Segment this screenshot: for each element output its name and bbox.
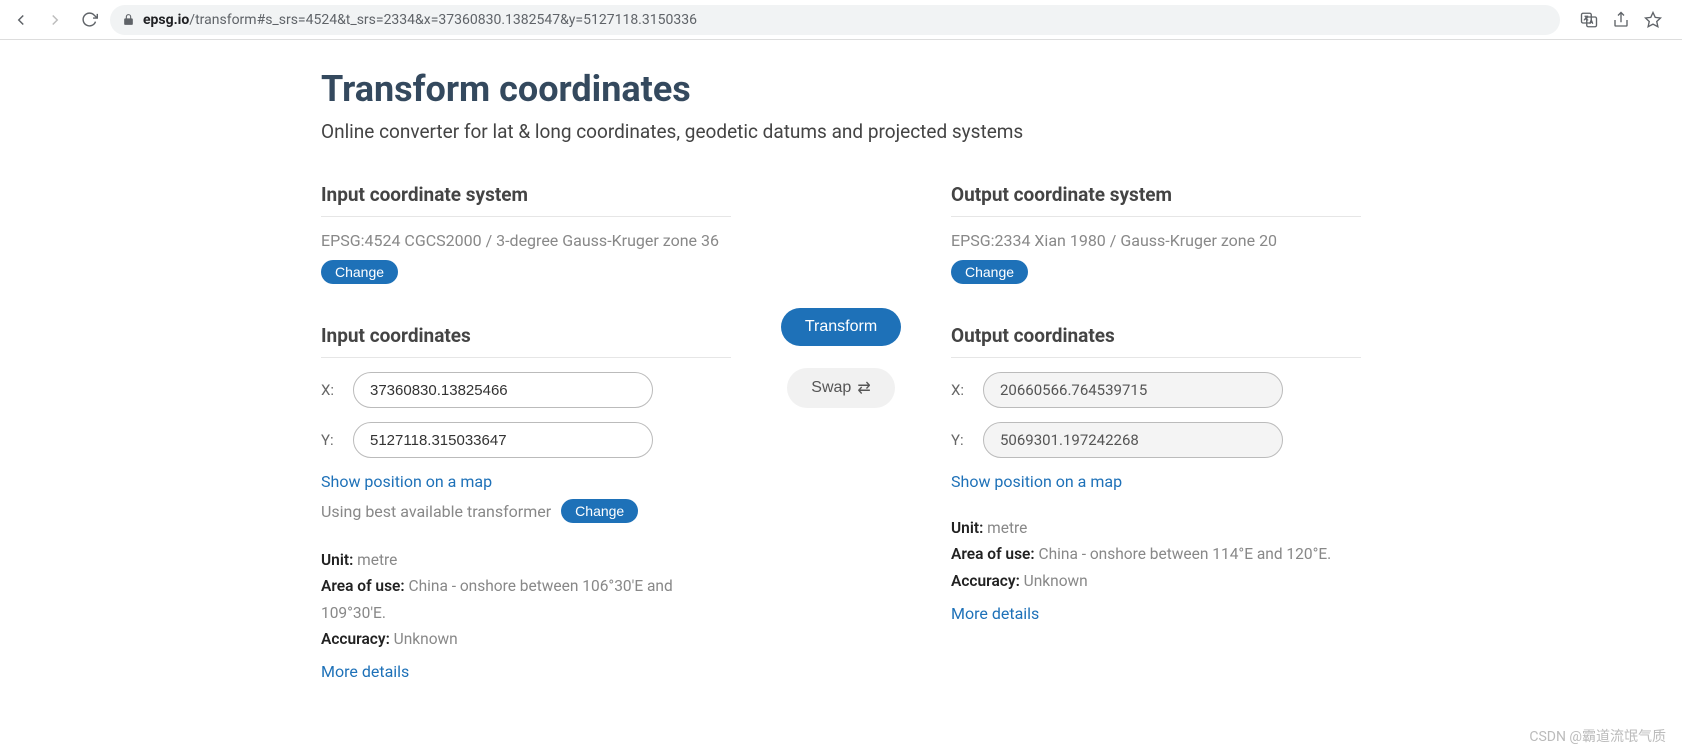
star-icon[interactable] <box>1644 11 1662 29</box>
output-y-label: Y: <box>951 431 969 449</box>
reload-button[interactable] <box>76 7 102 33</box>
input-y-field[interactable] <box>353 422 653 458</box>
output-x-label: X: <box>951 381 969 399</box>
input-crs-change-button[interactable]: Change <box>321 260 398 284</box>
output-show-map-link[interactable]: Show position on a map <box>951 472 1122 491</box>
transform-button[interactable]: Transform <box>781 308 901 346</box>
watermark: CSDN @霸道流氓气质 <box>1529 726 1666 746</box>
share-icon[interactable] <box>1612 11 1630 29</box>
transformer-note: Using best available transformer <box>321 502 551 521</box>
input-y-label: Y: <box>321 431 339 449</box>
back-button[interactable] <box>8 7 34 33</box>
transformer-change-button[interactable]: Change <box>561 499 638 523</box>
swap-button[interactable]: Swap ⇄ <box>787 368 894 408</box>
output-column: Output coordinate system EPSG:2334 Xian … <box>951 183 1361 635</box>
output-crs-name: EPSG:2334 Xian 1980 / Gauss-Kruger zone … <box>951 231 1277 250</box>
address-bar[interactable]: epsg.io/transform#s_srs=4524&t_srs=2334&… <box>110 5 1560 35</box>
output-crs-change-button[interactable]: Change <box>951 260 1028 284</box>
actions-column: Transform Swap ⇄ <box>761 183 921 408</box>
page-title: Transform coordinates <box>321 68 1361 110</box>
output-meta: Unit: metre Area of use: China - onshore… <box>951 515 1361 635</box>
forward-button[interactable] <box>42 7 68 33</box>
input-meta: Unit: metre Area of use: China - onshore… <box>321 547 731 694</box>
swap-icon: ⇄ <box>857 378 870 398</box>
input-system-heading: Input coordinate system <box>321 183 731 217</box>
swap-label: Swap <box>811 379 851 397</box>
input-coords-heading: Input coordinates <box>321 324 731 358</box>
input-x-label: X: <box>321 381 339 399</box>
output-more-details-link[interactable]: More details <box>951 600 1039 627</box>
lock-icon <box>122 13 135 26</box>
output-coords-heading: Output coordinates <box>951 324 1361 358</box>
input-column: Input coordinate system EPSG:4524 CGCS20… <box>321 183 731 694</box>
translate-icon[interactable] <box>1580 11 1598 29</box>
output-x-value: 20660566.764539715 <box>983 372 1283 408</box>
input-x-field[interactable] <box>353 372 653 408</box>
input-show-map-link[interactable]: Show position on a map <box>321 472 492 491</box>
input-crs-name: EPSG:4524 CGCS2000 / 3-degree Gauss-Krug… <box>321 231 719 250</box>
url-text: epsg.io/transform#s_srs=4524&t_srs=2334&… <box>143 12 697 28</box>
output-y-value: 5069301.197242268 <box>983 422 1283 458</box>
output-system-heading: Output coordinate system <box>951 183 1361 217</box>
browser-toolbar: epsg.io/transform#s_srs=4524&t_srs=2334&… <box>0 0 1682 40</box>
input-more-details-link[interactable]: More details <box>321 658 409 685</box>
page-subtitle: Online converter for lat & long coordina… <box>321 120 1361 143</box>
